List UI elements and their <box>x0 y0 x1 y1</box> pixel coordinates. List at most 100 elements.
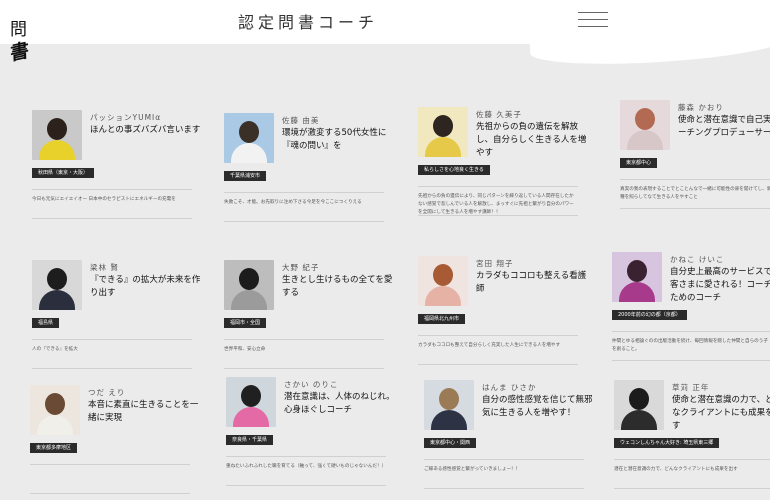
coach-card[interactable]: 佐藤 由美 環境が激変する50代女性に『魂の問い』を 千葉県浦安市 失敗こそ、才… <box>224 113 394 231</box>
coach-card[interactable]: 草苅 正年 使命と潜在意識の力で、どんなクライアントにも成果を出す ウェコンしん… <box>614 380 770 498</box>
coach-photo[interactable] <box>30 385 80 435</box>
location-tag: 私らしさを心地良く生きる <box>418 165 490 175</box>
photo-head <box>47 118 67 140</box>
coach-card[interactable]: かねこ けいこ 自分史上最高のサービスでお客さまに愛される！コーチのためのコーチ… <box>612 252 770 370</box>
location-tag: ウェコンしんちゃん大好き: 埼玉県東三郷 <box>614 438 720 448</box>
coach-name: はんま ひさか <box>482 383 537 392</box>
coach-card[interactable]: はんま ひさか 自分の感性感覚を信じて無邪気に生きる人を増やす！ 東京都中心・関… <box>424 380 594 498</box>
divider <box>614 459 770 460</box>
photo-head <box>45 393 65 415</box>
photo-body <box>39 140 75 160</box>
divider <box>418 186 578 187</box>
divider <box>32 368 192 369</box>
coach-catchphrase: 使命と潜在意識で自己実現コーチングプロデューサー <box>678 115 770 138</box>
divider <box>32 218 192 219</box>
coach-photo[interactable] <box>32 110 82 160</box>
divider <box>226 485 386 486</box>
photo-head <box>433 115 453 137</box>
coach-description: カラダもココロも整えて自分らしく充実した人生にできる人を増やす <box>418 343 561 348</box>
location-tag: 秋田県（東京・大阪） <box>32 168 95 178</box>
coach-name: 佐藤 久美子 <box>476 110 522 119</box>
coach-description: 今日も元気にエイエイオー 日本中のセラピストにエネルギーの充電を <box>32 197 176 202</box>
coach-photo[interactable] <box>418 107 468 157</box>
coach-name: つだ えり <box>88 388 126 397</box>
coach-card[interactable]: 佐藤 久美子 先祖からの負の遺伝を解放し、自分らしく生きる人を増やす 私らしさを… <box>418 107 588 225</box>
divider <box>32 339 192 340</box>
coach-photo[interactable] <box>614 380 664 430</box>
location-tag: 2000年前の幻の都（京都） <box>612 310 687 320</box>
location-tag: 千葉県浦安市 <box>224 171 267 181</box>
menu-line <box>578 26 608 27</box>
photo-body <box>231 290 267 310</box>
coach-photo[interactable] <box>418 256 468 306</box>
photo-body <box>425 286 461 306</box>
photo-head <box>241 385 261 407</box>
menu-line <box>578 19 608 20</box>
photo-head <box>433 264 453 286</box>
coach-card[interactable]: 梁林 賢 『できる』の拡大が未来を作り出す 福島県 人の『できる』を拡大 <box>32 260 202 378</box>
divider <box>224 192 384 193</box>
photo-body <box>233 407 269 427</box>
divider <box>424 459 584 460</box>
photo-body <box>431 410 467 430</box>
divider <box>614 488 770 489</box>
coach-photo[interactable] <box>226 377 276 427</box>
coach-card[interactable]: 宮田 翔子 カラダもココロも整える看護師 福岡県北九州市 カラダもココロも整えて… <box>418 256 588 374</box>
photo-head <box>627 260 647 282</box>
coach-card[interactable]: 大野 紀子 生きとし生けるもの全てを愛する 福岡市・全国 世界平和、安心立命 <box>224 260 394 378</box>
coach-card[interactable]: さかい のりこ 潜在意識は、人体のねじれ。心身ほぐしコーチ 奈良県・千葉県 重ね… <box>226 377 396 495</box>
photo-body <box>37 415 73 435</box>
coach-photo[interactable] <box>612 252 662 302</box>
coach-name: 草苅 正年 <box>672 383 710 392</box>
photo-body <box>231 143 267 163</box>
divider <box>418 335 578 336</box>
coach-name: 大野 紀子 <box>282 263 320 272</box>
photo-head <box>47 268 67 290</box>
divider <box>612 331 770 332</box>
menu-line <box>578 12 608 13</box>
photo-head <box>635 108 655 130</box>
coach-catchphrase: カラダもココロも整える看護師 <box>476 271 587 294</box>
location-tag: 福島県 <box>32 318 60 328</box>
coach-catchphrase: 潜在意識は、人体のねじれ。心身ほぐしコーチ <box>284 392 395 415</box>
coach-photo[interactable] <box>32 260 82 310</box>
photo-head <box>239 121 259 143</box>
coach-catchphrase: 本音に素直に生きることを一緒に実現 <box>88 400 199 423</box>
divider <box>30 493 190 494</box>
hamburger-menu-icon[interactable] <box>578 12 608 28</box>
coach-photo[interactable] <box>224 113 274 163</box>
photo-head <box>629 388 649 410</box>
coach-catchphrase: 環境が激変する50代女性に『魂の問い』を <box>282 128 387 151</box>
divider <box>30 464 190 465</box>
coach-card[interactable]: 藤森 かおり 使命と潜在意識で自己実現コーチングプロデューサー 東京都中心 真実… <box>620 100 770 218</box>
coach-description: 重ねたいふれふれした職を育てる（軸って、強くて硬いものじゃないんだ！） <box>226 464 387 469</box>
coach-catchphrase: 自分史上最高のサービスでお客さまに愛される！コーチのためのコーチ <box>670 267 770 303</box>
coach-catchphrase: 自分の感性感覚を信じて無邪気に生きる人を増やす！ <box>482 395 593 418</box>
coach-name: かねこ けいこ <box>670 255 725 264</box>
photo-body <box>425 137 461 157</box>
divider <box>32 189 192 190</box>
coach-photo[interactable] <box>424 380 474 430</box>
page-title: 認定問書コーチ <box>238 13 379 32</box>
coach-name: 梁林 賢 <box>90 263 119 272</box>
divider <box>224 221 384 222</box>
coach-catchphrase: 先祖からの負の遺伝を解放し、自分らしく生きる人を増やす <box>476 122 587 158</box>
divider <box>620 208 770 209</box>
site-logo[interactable]: 問 書 <box>10 20 40 70</box>
coach-description: 失敗こそ、才能。お先取りに注め下さる今足を今ここにつくりえる <box>224 200 362 205</box>
divider <box>224 368 384 369</box>
coach-photo[interactable] <box>224 260 274 310</box>
coach-card[interactable]: つだ えり 本音に素直に生きることを一緒に実現 東京都多摩地区 <box>30 385 200 500</box>
photo-head <box>439 388 459 410</box>
coach-description: 仲間とゆる相論ぐのの出版活動を続け、毎回情報を贈した仲間と自らのう子を創ること。 <box>612 339 768 352</box>
coach-name: 宮田 翔子 <box>476 259 514 268</box>
location-tag: 奈良県・千葉県 <box>226 435 274 445</box>
coach-photo[interactable] <box>620 100 670 150</box>
location-tag: 福岡市・全国 <box>224 318 267 328</box>
photo-body <box>627 130 663 150</box>
coach-name: パッションYUMIα <box>90 113 162 122</box>
coach-card[interactable]: パッションYUMIα ほんとの事ズバズバ言います 秋田県（東京・大阪） 今日も元… <box>32 110 202 228</box>
coach-description: 潜在と潜在意識の力で、どんなクライアントにも成果を出す <box>614 467 738 472</box>
coach-description: 世界平和、安心立命 <box>224 347 266 352</box>
photo-body <box>619 282 655 302</box>
